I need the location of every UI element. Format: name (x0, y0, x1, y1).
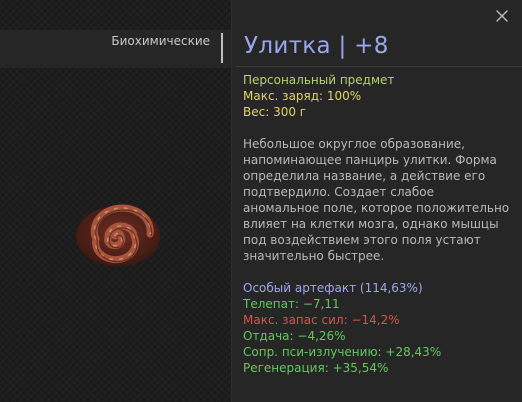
spiral-artifact-icon (72, 200, 164, 274)
category-header: Биохимические (0, 30, 232, 68)
item-weight: Вес: 300 г (243, 105, 307, 119)
stat-max-stamina: Макс. запас сил: −14,2% (243, 313, 400, 327)
stat-special-artifact: Особый артефакт (114,63%) (243, 281, 423, 295)
item-info-window: Биохимические Улитка | +8 Персональный п… (0, 0, 522, 402)
title-divider (236, 66, 522, 67)
stat-recoil: Отдача: −4,26% (243, 329, 346, 343)
item-properties: Персональный предмет Макс. заряд: 100% В… (243, 72, 394, 120)
stat-psi-resistance: Сопр. пси-излучению: +28,43% (243, 345, 442, 359)
category-indicator (221, 33, 223, 63)
item-description: Небольшое округлое образование, напомина… (243, 137, 510, 263)
item-title: Улитка | +8 (244, 33, 389, 59)
close-button[interactable] (494, 8, 510, 24)
close-icon (496, 10, 508, 22)
stat-telepath: Телепат: −7,11 (243, 297, 340, 311)
stats-list: Особый артефакт (114,63%) Телепат: −7,11… (243, 280, 441, 376)
item-charge: Макс. заряд: 100% (243, 89, 362, 103)
category-label: Биохимические (111, 34, 210, 48)
item-type: Персональный предмет (243, 73, 395, 87)
stat-regeneration: Регенерация: +35,54% (243, 361, 389, 375)
item-image-panel: Биохимические (0, 0, 232, 402)
